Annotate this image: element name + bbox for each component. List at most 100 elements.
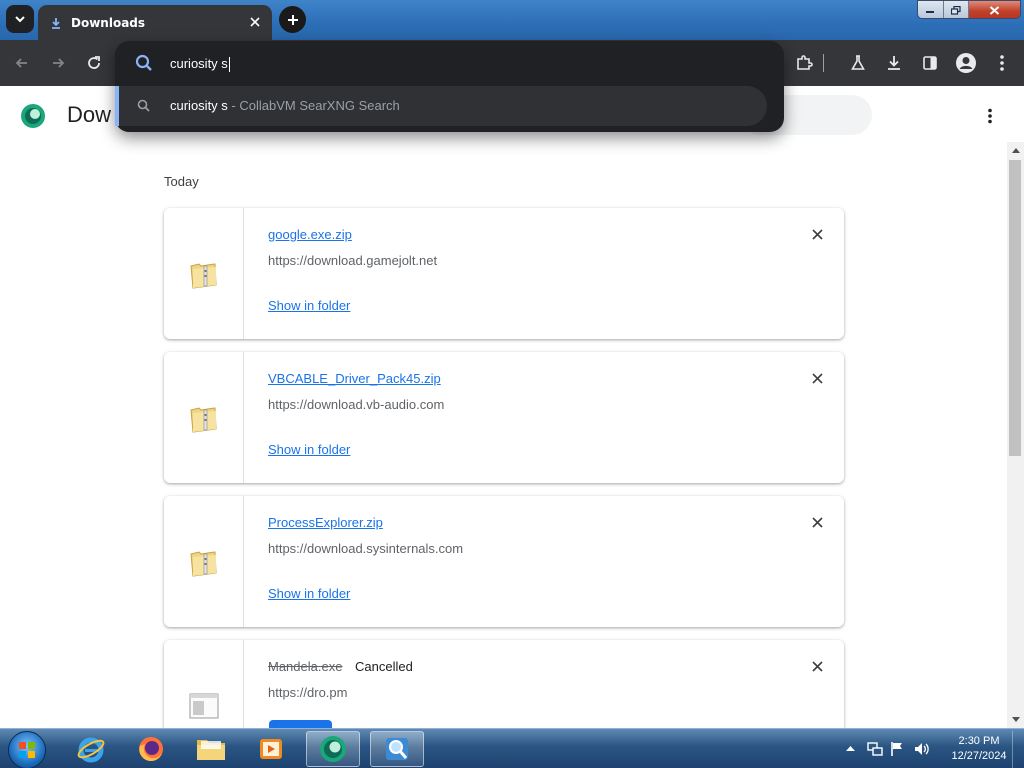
close-icon bbox=[989, 5, 1000, 15]
file-name-link[interactable]: ProcessExplorer.zip bbox=[268, 515, 383, 530]
forward-button[interactable] bbox=[45, 50, 71, 76]
taskbar-browser[interactable] bbox=[306, 731, 360, 767]
downloads-page: Dow Today google.exe.zip https://downloa… bbox=[0, 86, 1024, 728]
download-card: ProcessExplorer.zip https://download.sys… bbox=[164, 496, 844, 627]
download-card: google.exe.zip https://download.gamejolt… bbox=[164, 208, 844, 339]
volume-icon[interactable] bbox=[914, 741, 930, 757]
exe-file-icon bbox=[189, 693, 218, 718]
close-icon bbox=[811, 516, 823, 528]
file-name-link[interactable]: VBCABLE_Driver_Pack45.zip bbox=[268, 371, 441, 386]
system-tray: 2:30 PM 12/27/2024 bbox=[840, 731, 1024, 768]
browser-app-icon bbox=[320, 736, 346, 762]
network-icon[interactable] bbox=[867, 741, 883, 757]
labs-button[interactable] bbox=[845, 50, 871, 76]
show-in-folder-link[interactable]: Show in folder bbox=[268, 442, 350, 457]
close-icon bbox=[250, 17, 260, 27]
triangle-up-icon bbox=[1011, 148, 1020, 153]
reload-button[interactable] bbox=[81, 50, 107, 76]
more-actions-button[interactable] bbox=[978, 104, 1002, 128]
plus-icon bbox=[287, 14, 298, 25]
address-bar-input[interactable]: curiosity s bbox=[170, 54, 750, 74]
omnibox-dropdown: curiosity s curiosity s - CollabVM SearX… bbox=[115, 41, 784, 132]
page-scrollbar[interactable] bbox=[1007, 142, 1024, 728]
scrollbar-thumb[interactable] bbox=[1009, 160, 1021, 456]
address-bar-text: curiosity s bbox=[170, 56, 228, 71]
text-caret bbox=[228, 57, 230, 73]
search-icon bbox=[135, 54, 152, 71]
firefox-icon bbox=[139, 737, 163, 762]
download-status: Cancelled bbox=[355, 659, 413, 674]
reload-icon bbox=[88, 56, 100, 69]
new-tab-button[interactable] bbox=[279, 6, 306, 33]
file-url: https://download.gamejolt.net bbox=[268, 253, 438, 268]
windows-taskbar: 2:30 PM 12/27/2024 bbox=[0, 728, 1024, 768]
start-button[interactable] bbox=[8, 731, 46, 768]
tab-downloads[interactable]: Downloads bbox=[38, 5, 272, 40]
show-in-folder-link[interactable]: Show in folder bbox=[268, 298, 350, 313]
restore-button[interactable] bbox=[943, 1, 970, 18]
selection-indicator bbox=[115, 86, 119, 126]
close-icon bbox=[811, 660, 823, 672]
taskbar-magnifier[interactable] bbox=[370, 731, 424, 767]
minimize-button[interactable] bbox=[918, 1, 944, 18]
close-icon bbox=[811, 372, 823, 384]
suggestion-separator: - bbox=[227, 98, 240, 113]
magnifier-icon bbox=[386, 738, 408, 760]
file-icon-area bbox=[164, 352, 244, 483]
file-icon-area bbox=[164, 208, 244, 339]
remove-download-button[interactable] bbox=[808, 513, 826, 531]
restore-icon bbox=[950, 5, 961, 15]
taskbar-file-explorer[interactable] bbox=[184, 731, 238, 767]
chevron-down-icon bbox=[15, 16, 25, 23]
download-icon bbox=[52, 17, 60, 29]
file-icon-area bbox=[164, 640, 244, 728]
side-panel-button[interactable] bbox=[917, 50, 943, 76]
remove-download-button[interactable] bbox=[808, 369, 826, 387]
suggestion-text: curiosity s - CollabVM SearXNG Search bbox=[170, 98, 400, 113]
show-desktop-button[interactable] bbox=[1012, 731, 1024, 768]
tab-search-button[interactable] bbox=[6, 5, 34, 33]
windows-logo-icon bbox=[19, 742, 35, 758]
suggestion-description: CollabVM SearXNG Search bbox=[239, 98, 400, 113]
show-in-folder-link[interactable]: Show in folder bbox=[268, 586, 350, 601]
back-button[interactable] bbox=[9, 50, 35, 76]
close-window-button[interactable] bbox=[969, 1, 1020, 18]
omnibox-suggestion[interactable]: curiosity s - CollabVM SearXNG Search bbox=[115, 86, 767, 126]
file-url: https://dro.pm bbox=[268, 685, 348, 700]
taskbar-media-player[interactable] bbox=[244, 731, 298, 767]
zip-folder-icon bbox=[189, 262, 217, 289]
tab-close-button[interactable] bbox=[246, 13, 264, 31]
taskbar-internet-explorer[interactable] bbox=[64, 731, 118, 767]
more-vertical-icon bbox=[988, 108, 992, 124]
puzzle-icon bbox=[797, 55, 813, 70]
minimize-icon bbox=[926, 11, 935, 13]
remove-download-button[interactable] bbox=[808, 225, 826, 243]
action-center-flag-icon[interactable] bbox=[890, 741, 904, 757]
file-url: https://download.vb-audio.com bbox=[268, 397, 445, 412]
media-player-icon bbox=[260, 739, 282, 759]
app-logo-icon bbox=[21, 104, 45, 128]
browser-menu-button[interactable] bbox=[989, 50, 1015, 76]
show-hidden-icons-icon[interactable] bbox=[846, 745, 855, 752]
downloads-button[interactable] bbox=[881, 50, 907, 76]
file-name-link[interactable]: google.exe.zip bbox=[268, 227, 352, 242]
arrow-left-icon bbox=[15, 58, 27, 68]
download-icon bbox=[888, 56, 900, 70]
scroll-up-button[interactable] bbox=[1007, 142, 1024, 158]
download-card-cancelled: Mandela.exe Cancelled https://dro.pm bbox=[164, 640, 844, 728]
system-clock[interactable]: 2:30 PM 12/27/2024 bbox=[943, 734, 1015, 764]
more-vertical-icon bbox=[1000, 55, 1004, 71]
tab-title: Downloads bbox=[71, 15, 146, 30]
profile-button[interactable] bbox=[953, 50, 979, 76]
taskbar-firefox[interactable] bbox=[124, 731, 178, 767]
side-panel-icon bbox=[923, 56, 937, 70]
flask-icon bbox=[851, 55, 865, 70]
zip-folder-icon bbox=[189, 406, 217, 433]
scroll-down-button[interactable] bbox=[1007, 712, 1024, 728]
retry-button[interactable] bbox=[269, 720, 332, 728]
extensions-button[interactable] bbox=[791, 50, 817, 76]
remove-download-button[interactable] bbox=[808, 657, 826, 675]
close-icon bbox=[811, 228, 823, 240]
suggestion-query: curiosity s bbox=[170, 98, 228, 113]
zip-folder-icon bbox=[189, 550, 217, 577]
